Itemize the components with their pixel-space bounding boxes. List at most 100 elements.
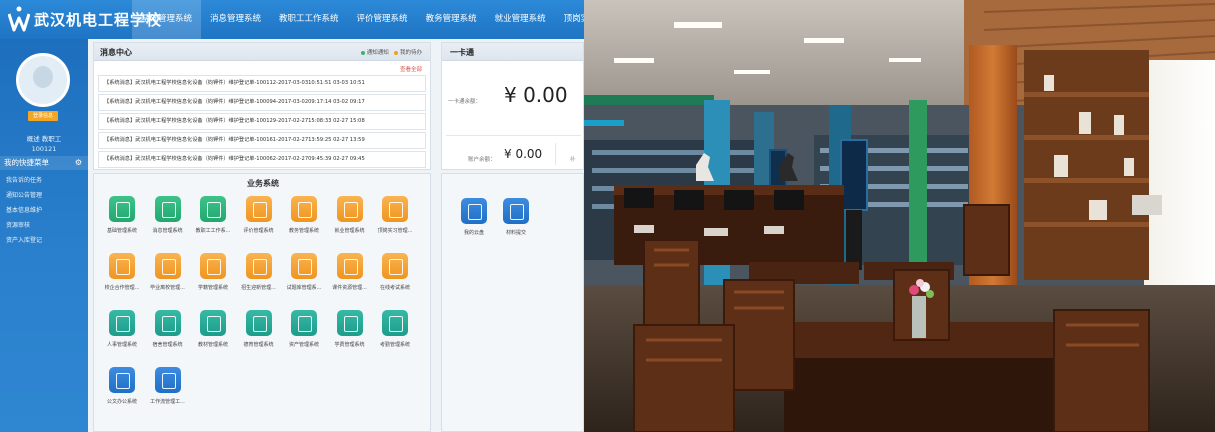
campus-card-panel: 一卡通 一卡通余额： ¥ 0.00 账户余额： ¥ 0.00 补 xyxy=(441,42,584,170)
system-app-icon[interactable] xyxy=(154,196,181,222)
nav-item-internship[interactable]: 顶岗实习管理系统 xyxy=(555,0,584,39)
top-nav-bar: 武汉机电工程学校 基础管理系统 消息管理系统 教职工工作系统 评价管理系统 教务… xyxy=(0,0,584,39)
direction-sign xyxy=(584,95,714,105)
message-legend: 通知通知 我的待办 xyxy=(360,48,422,56)
portal-screenshot: 武汉机电工程学校 基础管理系统 消息管理系统 教职工工作系统 评价管理系统 教务… xyxy=(0,0,584,432)
business-system-tile[interactable]: 课件资源管理... xyxy=(328,253,372,291)
system-app-icon[interactable] xyxy=(154,367,181,393)
message-center-header: 消息中心 通知通知 我的待办 xyxy=(94,43,430,61)
message-row[interactable]: 【系统消息】武汉机电工程学校信息化设备（钧钾件）维护登记单-100129-201… xyxy=(98,113,426,130)
business-system-tile[interactable]: 就业管理系统 xyxy=(328,196,372,234)
system-app-icon[interactable] xyxy=(291,196,317,222)
business-system-tile[interactable]: 学籍管理系统 xyxy=(191,253,235,291)
business-system-tile[interactable]: 招生迎新管理... xyxy=(237,253,281,291)
picture-frame xyxy=(1132,195,1162,215)
legend-notice[interactable]: 通知通知 xyxy=(367,50,389,56)
system-app-icon[interactable] xyxy=(200,310,226,336)
business-system-tile[interactable]: 德育管理系统 xyxy=(237,310,281,348)
business-system-tile[interactable]: 公文办公系统 xyxy=(100,367,144,405)
business-system-tile[interactable]: 考勤管理系统 xyxy=(373,310,417,348)
business-system-tile[interactable]: 毕业离校管理... xyxy=(146,253,190,291)
avatar[interactable] xyxy=(16,53,70,107)
gear-icon[interactable]: ⚙ xyxy=(75,156,82,170)
nav-item-message[interactable]: 消息管理系统 xyxy=(201,0,270,39)
window xyxy=(1144,60,1215,300)
business-system-tile[interactable]: 人事管理系统 xyxy=(100,310,144,348)
system-app-icon[interactable] xyxy=(109,196,135,222)
system-app-icon[interactable] xyxy=(382,310,408,336)
system-app-icon[interactable] xyxy=(109,253,135,279)
business-system-label: 校企合作管理... xyxy=(104,285,140,291)
message-row[interactable]: 【系统消息】武汉机电工程学校信息化设备（钧钾件）维护登记单-100094-201… xyxy=(98,94,426,111)
business-system-label: 就业管理系统 xyxy=(334,228,365,234)
system-app-icon[interactable] xyxy=(336,196,363,222)
message-row[interactable]: 【系统消息】武汉机电工程学校信息化设备（钧钾件）维护登记单-100112-201… xyxy=(98,75,426,92)
business-system-tile[interactable]: 教职工工作系... xyxy=(191,196,235,234)
quick-menu-title[interactable]: 我的快捷菜单 ⚙ xyxy=(0,156,88,170)
business-system-tile[interactable]: 试题库管理系... xyxy=(282,253,326,291)
system-app-icon[interactable] xyxy=(109,367,135,393)
message-row[interactable]: 【系统消息】武汉机电工程学校信息化设备（钧钾件）维护登记单-100161-201… xyxy=(98,132,426,149)
business-system-label: 公文办公系统 xyxy=(106,399,137,405)
business-system-label: 工作流管理工... xyxy=(150,399,185,405)
business-system-tile[interactable]: 校企合作管理... xyxy=(100,253,144,291)
sidebar-item-tasks[interactable]: 我告诉的任务 xyxy=(0,173,88,188)
business-system-tile[interactable]: 评价管理系统 xyxy=(237,196,281,234)
personal-app-tile[interactable]: 我的云盘 xyxy=(452,198,496,236)
nav-item-evaluation[interactable]: 评价管理系统 xyxy=(348,0,417,39)
business-system-label: 学籍管理系统 xyxy=(197,285,228,291)
system-app-icon[interactable] xyxy=(154,310,181,336)
school-logo-icon xyxy=(8,6,30,32)
business-system-tile[interactable]: 教材管理系统 xyxy=(191,310,235,348)
flower xyxy=(926,290,934,298)
flower xyxy=(909,285,919,295)
personal-app-tile[interactable]: 材料提交 xyxy=(494,198,538,236)
system-app-icon[interactable] xyxy=(200,253,226,279)
document-icon[interactable] xyxy=(503,198,529,224)
business-system-tile[interactable]: 顶岗实习管理... xyxy=(373,196,417,234)
nav-item-academic[interactable]: 教务管理系统 xyxy=(417,0,486,39)
system-app-icon[interactable] xyxy=(245,310,272,336)
sidebar-item-profile[interactable]: 基本信息维护 xyxy=(0,203,88,218)
business-system-label: 在线考试系统 xyxy=(379,285,410,291)
system-app-icon[interactable] xyxy=(336,253,363,279)
nav-item-employment[interactable]: 就业管理系统 xyxy=(486,0,555,39)
green-pillar xyxy=(909,100,927,290)
nav-item-staff[interactable]: 教职工工作系统 xyxy=(270,0,348,39)
system-app-icon[interactable] xyxy=(291,253,317,279)
business-system-tile[interactable]: 教务管理系统 xyxy=(282,196,326,234)
business-system-tile[interactable]: 宿舍管理系统 xyxy=(146,310,190,348)
legend-todo[interactable]: 我的待办 xyxy=(400,50,422,56)
system-app-icon[interactable] xyxy=(291,310,317,336)
business-system-tile[interactable]: 工作流管理工... xyxy=(146,367,190,405)
system-app-icon[interactable] xyxy=(382,196,408,222)
business-system-tile[interactable]: 资产管理系统 xyxy=(282,310,326,348)
business-system-label: 课件资源管理... xyxy=(332,285,367,291)
document-icon[interactable] xyxy=(461,198,487,224)
business-system-label: 考勤管理系统 xyxy=(379,342,410,348)
ceiling-light xyxy=(804,38,844,43)
business-system-label: 消息管理系统 xyxy=(152,228,183,234)
system-app-icon[interactable] xyxy=(245,196,272,222)
sidebar-item-asset-register[interactable]: 资产入库登记 xyxy=(0,233,88,248)
kiosk-stand xyxy=(846,210,862,270)
sidebar-item-resource-review[interactable]: 资源审核 xyxy=(0,218,88,233)
divider xyxy=(446,135,581,136)
message-row[interactable]: 【系统消息】武汉机电工程学校信息化设备（钧钾件）维护登记单-100062-201… xyxy=(98,151,426,168)
business-system-tile[interactable]: 基础管理系统 xyxy=(100,196,144,234)
sidebar: 登录信息 概述 教职工 100121 我的快捷菜单 ⚙ 我告诉的任务 通知公告管… xyxy=(0,39,88,432)
business-system-tile[interactable]: 在线考试系统 xyxy=(373,253,417,291)
system-app-icon[interactable] xyxy=(382,253,408,279)
system-app-icon[interactable] xyxy=(154,253,181,279)
business-system-label: 教职工工作系... xyxy=(195,228,231,234)
business-system-tile[interactable]: 消息管理系统 xyxy=(146,196,190,234)
system-app-icon[interactable] xyxy=(200,196,226,222)
system-app-icon[interactable] xyxy=(336,310,363,336)
login-info-badge[interactable]: 登录信息 xyxy=(28,111,58,121)
system-app-icon[interactable] xyxy=(109,310,135,336)
nav-item-basic[interactable]: 基础管理系统 xyxy=(132,0,202,39)
business-system-tile[interactable]: 学费管理系统 xyxy=(328,310,372,348)
system-app-icon[interactable] xyxy=(245,253,272,279)
view-all-link[interactable]: 查看全部 xyxy=(400,65,422,73)
sidebar-item-notices[interactable]: 通知公告管理 xyxy=(0,188,88,203)
